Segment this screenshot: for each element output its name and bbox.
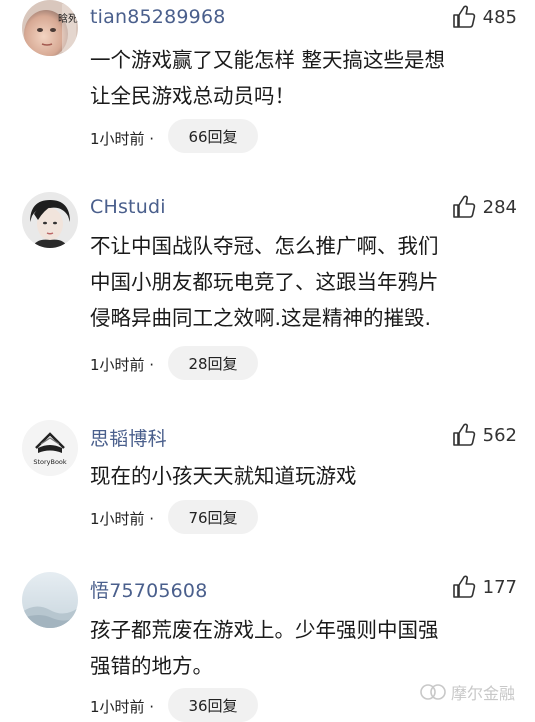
- comment-text-line: 中国小朋友都玩电竞了、这跟当年鸦片: [90, 270, 439, 294]
- like-count: 485: [482, 6, 517, 28]
- avatar[interactable]: [22, 572, 78, 628]
- avatar-image: [22, 192, 78, 248]
- comment-text: 一个游戏赢了又能怎样 整天搞这些是想 让全民游戏总动员吗！: [90, 42, 510, 114]
- comment-text-line: 一个游戏赢了又能怎样 整天搞这些是想: [90, 48, 446, 72]
- timestamp: 1小时前 ·: [90, 130, 155, 148]
- thumbs-up-icon: [452, 5, 475, 28]
- comment-text-line: 现在的小孩天天就知道玩游戏: [90, 464, 357, 488]
- comment-text: 现在的小孩天天就知道玩游戏: [90, 458, 510, 494]
- comment-text-line: 让全民游戏总动员吗！: [90, 84, 295, 108]
- like-count: 177: [482, 576, 517, 598]
- reply-button[interactable]: 28回复: [168, 346, 258, 380]
- avatar-text: 晗死: [58, 12, 78, 25]
- timestamp: 1小时前 ·: [90, 698, 155, 716]
- username[interactable]: 悟75705608: [90, 576, 208, 603]
- comment-text: 孩子都荒废在游戏上。少年强则中国强 强错的地方。: [90, 612, 510, 684]
- comment-text-line: 不让中国战队夺冠、怎么推广啊、我们: [90, 234, 439, 258]
- watermark: 摩尔金融: [419, 680, 515, 704]
- reply-button[interactable]: 76回复: [168, 500, 258, 534]
- watermark-logo-icon: [420, 684, 446, 700]
- comment-text: 不让中国战队夺冠、怎么推广啊、我们 中国小朋友都玩电竞了、这跟当年鸦片 侵略异曲…: [90, 228, 510, 336]
- like-button[interactable]: 485: [451, 4, 517, 30]
- watermark-text: 摩尔金融: [450, 684, 515, 703]
- avatar[interactable]: StoryBook: [22, 420, 78, 476]
- comment-text-line: 强错的地方。: [90, 654, 213, 678]
- avatar[interactable]: 晗死: [22, 0, 78, 56]
- avatar-image: [22, 572, 78, 628]
- thumbs-up-icon: [452, 195, 475, 218]
- username[interactable]: CHstudi: [90, 196, 166, 218]
- avatar-image: StoryBook: [22, 420, 78, 476]
- comment-text-line: 侵略异曲同工之效啊.这是精神的摧毁.: [90, 306, 432, 330]
- thumbs-up-icon: [452, 575, 475, 598]
- like-count: 562: [482, 424, 517, 446]
- username[interactable]: 思韬博科: [90, 424, 167, 451]
- comment-text-line: 孩子都荒废在游戏上。少年强则中国强: [90, 618, 439, 642]
- like-button[interactable]: 177: [451, 574, 517, 600]
- avatar[interactable]: [22, 192, 78, 248]
- avatar-text: StoryBook: [33, 458, 67, 466]
- username[interactable]: tian85289968: [90, 6, 226, 28]
- reply-button[interactable]: 66回复: [168, 119, 258, 153]
- avatar-image: 晗死: [22, 0, 78, 56]
- timestamp: 1小时前 ·: [90, 356, 155, 374]
- like-button[interactable]: 284: [451, 194, 517, 220]
- reply-button[interactable]: 36回复: [168, 688, 258, 722]
- timestamp: 1小时前 ·: [90, 510, 155, 528]
- like-count: 284: [482, 196, 517, 218]
- thumbs-up-icon: [452, 423, 475, 446]
- like-button[interactable]: 562: [451, 422, 517, 448]
